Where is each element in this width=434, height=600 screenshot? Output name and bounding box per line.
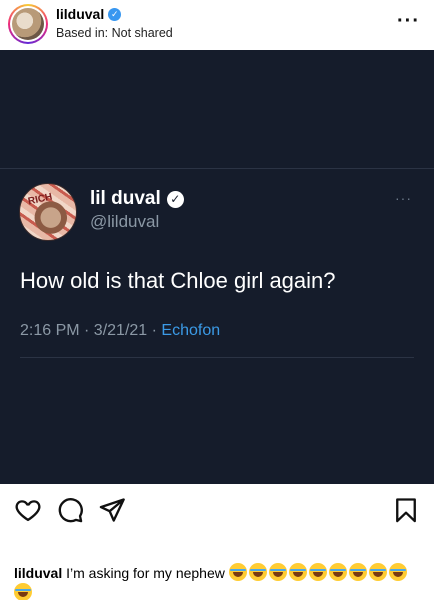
post-image[interactable]: RICH lil duval ✓ @lilduval ··· How old i… <box>0 50 434 484</box>
laughing-emoji-icon <box>308 563 327 581</box>
laughing-emoji-icon <box>388 563 407 581</box>
laughing-emoji-icon <box>268 563 287 581</box>
tweet-timestamp: 2:16 PM · 3/21/21 · <box>20 322 162 339</box>
tweet-handle: @lilduval <box>90 212 160 231</box>
action-bar <box>0 490 434 534</box>
bookmark-icon[interactable] <box>392 496 420 524</box>
post-header: lilduval ✓ Based in: Not shared ··· <box>0 0 434 50</box>
tweet-avatar: RICH <box>19 183 77 241</box>
laughing-emoji-icon <box>348 563 367 581</box>
tweet-source: Echofon <box>161 322 221 339</box>
tweet-meta: 2:16 PM · 3/21/21 · Echofon <box>20 322 220 340</box>
tweet-more-icon: ··· <box>395 190 412 206</box>
laughing-emoji-icon <box>368 563 387 581</box>
laughing-emoji-icon <box>228 563 247 581</box>
laughing-emoji-icon <box>248 563 267 581</box>
verified-badge-icon: ✓ <box>108 7 122 21</box>
laughing-emoji-icon <box>14 583 32 600</box>
laughing-emoji-icon <box>328 563 347 581</box>
caption: lilduval I’m asking for my nephew <box>14 563 424 600</box>
laughing-emoji-icon <box>288 563 307 581</box>
header-username-label[interactable]: lilduval <box>56 6 104 22</box>
comment-icon[interactable] <box>56 496 84 524</box>
tweet-text: How old is that Chloe girl again? <box>20 268 336 293</box>
send-icon[interactable] <box>98 496 126 524</box>
more-dots-icon[interactable]: ··· <box>397 10 420 33</box>
tweet-verified-icon: ✓ <box>166 190 184 208</box>
header-location: Based in: Not shared <box>56 26 173 40</box>
tweet-display-name: lil duval ✓ <box>90 188 184 210</box>
caption-username[interactable]: lilduval <box>14 565 62 581</box>
heart-icon[interactable] <box>14 496 42 524</box>
caption-text: I’m asking for my nephew <box>66 565 225 581</box>
header-username[interactable]: lilduval ✓ <box>56 6 122 22</box>
tweet-top-divider <box>0 168 434 169</box>
profile-avatar[interactable] <box>8 4 48 44</box>
tweet-bottom-divider <box>20 357 414 358</box>
tweet-name-label: lil duval <box>90 188 161 209</box>
tweet-avatar-scribble: RICH <box>27 191 54 208</box>
